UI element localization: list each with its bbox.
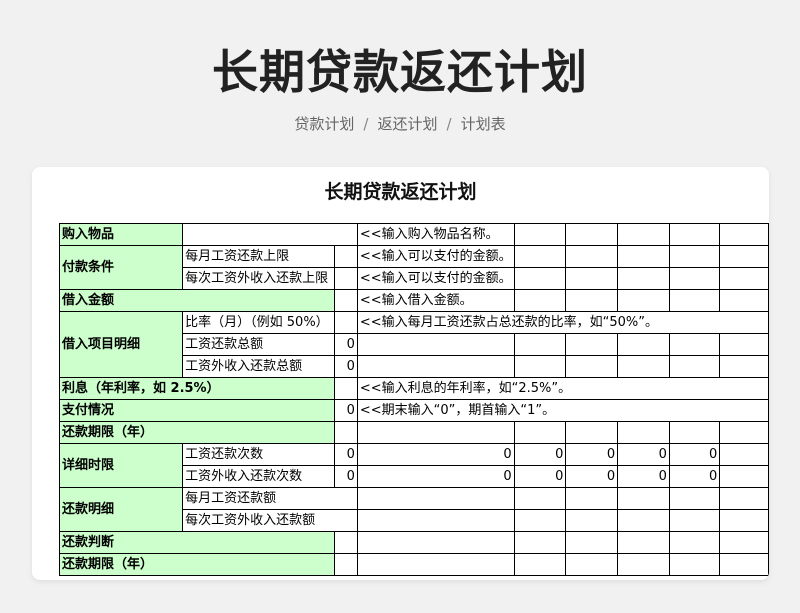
sheet-title: 长期贷款返还计划 (324, 181, 477, 203)
sublabel: 工资外收入还款次数 (182, 465, 336, 488)
table-row: 还款期限（年） (58, 553, 769, 576)
breadcrumb-item-loan-plan[interactable]: 贷款计划 (294, 115, 354, 133)
sublabel: 工资还款总额 (182, 333, 336, 356)
value-cell: 0 (513, 465, 567, 488)
value-cell: 0 (334, 333, 358, 356)
label-judge: 还款判断 (58, 531, 336, 554)
table-row: 还款明细 每月工资还款额 (58, 487, 769, 532)
sublabel: 工资还款次数 (182, 443, 336, 466)
table-row: 借入金额 <<输入借入金额。 (58, 289, 769, 312)
value-cell: 0 (668, 443, 721, 466)
label-item: 购入物品 (58, 223, 184, 246)
sublabel: 比率（月）（例如 50%） (182, 311, 336, 334)
note-cell: <<输入可以支付的金额。 (356, 267, 515, 290)
table-row: 付款条件 每月工资还款上限 <<输入可以支付的金额。 (58, 245, 769, 290)
note-cell: <<期末输入“0”，期首输入“1”。 (356, 399, 769, 422)
value-cell: 0 (617, 443, 670, 466)
value-cell: 0 (668, 465, 721, 488)
label-term-2: 还款期限（年） (58, 553, 336, 576)
table-row: 还款期限（年） (58, 421, 769, 444)
breadcrumb-separator: / (446, 115, 452, 133)
value-cell: 0 (356, 465, 515, 488)
note-cell: <<输入借入金额。 (356, 289, 515, 312)
sublabel: 工资外收入还款总额 (182, 355, 336, 378)
input-cell[interactable] (334, 311, 358, 334)
breadcrumb-item-return-plan[interactable]: 返还计划 (377, 115, 437, 133)
value-cell: 0 (334, 355, 358, 378)
value-cell[interactable]: 0 (334, 399, 358, 422)
value-cell: 0 (565, 443, 619, 466)
note-cell: <<输入利息的年利率，如“2.5%”。 (356, 377, 769, 400)
sublabel: 每月工资还款额 (182, 487, 358, 510)
label-interest: 利息（年利率，如 2.5%） (58, 377, 336, 400)
table-row: 借入项目明细 比率（月）（例如 50%） <<输入每月工资还款占总还款的比率，如… (58, 311, 769, 378)
breadcrumb: 贷款计划 / 返还计划 / 计划表 (0, 113, 800, 134)
sublabel: 每次工资外收入还款额 (182, 509, 358, 532)
label-term: 还款期限（年） (58, 421, 336, 444)
value-cell: 0 (513, 443, 567, 466)
table-row: 支付情况 0 <<期末输入“0”，期首输入“1”。 (58, 399, 769, 422)
input-cell[interactable] (334, 289, 358, 312)
loan-plan-table: 购入物品 <<输入购入物品名称。 付款条件 每月工资还款上限 <<输入可以支付的… (58, 223, 769, 576)
label-detail: 借入项目明细 (58, 311, 184, 378)
note-cell: <<输入可以支付的金额。 (356, 245, 515, 268)
table-row: 还款判断 (58, 531, 769, 554)
value-cell: 0 (356, 443, 515, 466)
value-cell: 0 (565, 465, 619, 488)
input-cell[interactable] (334, 245, 358, 268)
input-cell[interactable] (334, 267, 358, 290)
label-repay: 还款明细 (58, 487, 184, 532)
breadcrumb-item-plan-table: 计划表 (460, 115, 506, 133)
sublabel: 每次工资外收入还款上限 (182, 267, 336, 290)
sublabel: 每月工资还款上限 (182, 245, 336, 268)
table-row: 利息（年利率，如 2.5%） <<输入利息的年利率，如“2.5%”。 (58, 377, 769, 400)
note-cell: <<输入购入物品名称。 (356, 223, 515, 246)
page-title: 长期贷款返还计划 (212, 45, 588, 99)
input-cell[interactable] (334, 377, 358, 400)
note-cell: <<输入每月工资还款占总还款的比率，如“50%”。 (356, 311, 769, 334)
breadcrumb-separator: / (363, 115, 369, 133)
spreadsheet-card: 长期贷款返还计划 购入物品 <<输入购入物品名称。 付款条件 每月工资还款上限 … (32, 167, 769, 580)
label-borrow: 借入金额 (58, 289, 336, 312)
label-payinfo: 支付情况 (58, 399, 336, 422)
input-cell-item[interactable] (182, 223, 358, 246)
table-row: 购入物品 <<输入购入物品名称。 (58, 223, 769, 246)
table-row: 详细时限 工资还款次数 0 0 0 0 0 0 (58, 443, 769, 488)
value-cell: 0 (617, 465, 670, 488)
value-cell: 0 (334, 465, 358, 488)
label-schedule: 详细时限 (58, 443, 184, 488)
label-payment: 付款条件 (58, 245, 184, 290)
value-cell: 0 (334, 443, 358, 466)
